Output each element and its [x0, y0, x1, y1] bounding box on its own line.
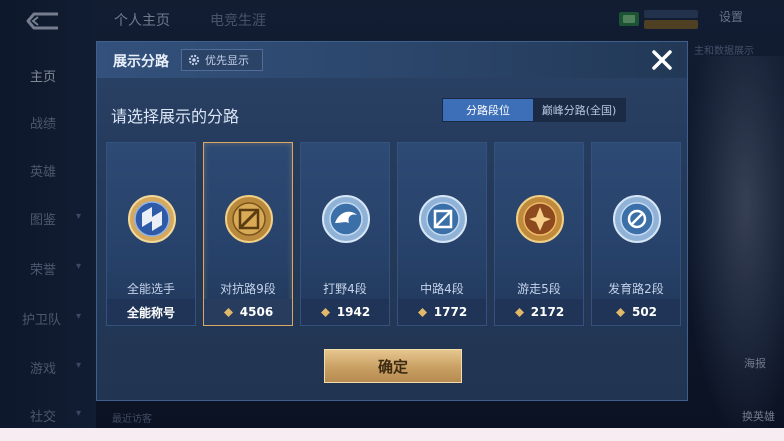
display-lane-modal: 展示分路 优先显示 请选择展示的分路 分路段位 巅峰分路(全国) 全能选手 全能…	[96, 41, 688, 401]
roam-emblem-icon	[516, 195, 564, 243]
segment-peak-lane[interactable]: 巅峰分路(全国)	[533, 99, 625, 121]
clash-lane-emblem-icon	[225, 195, 273, 243]
priority-display-button[interactable]: 优先显示	[181, 49, 263, 71]
lane-name: 中路4段	[420, 282, 464, 296]
rank-points-icon	[417, 307, 427, 317]
modal-title: 展示分路	[113, 54, 169, 70]
lane-card[interactable]: 中路4段 1772	[397, 142, 487, 326]
close-icon[interactable]	[650, 48, 674, 72]
lane-card[interactable]: 发育路2段 502	[591, 142, 681, 326]
lane-score: 4506	[204, 299, 292, 325]
lane-name: 对抗路9段	[220, 282, 276, 296]
lane-card[interactable]: 全能选手 全能称号	[106, 142, 196, 326]
lane-card-selected[interactable]: 对抗路9段 4506	[203, 142, 293, 326]
jungle-emblem-icon	[322, 195, 370, 243]
mid-lane-emblem-icon	[419, 195, 467, 243]
all-round-emblem-icon	[128, 195, 176, 243]
modal-subtitle: 请选择展示的分路	[111, 107, 240, 126]
farm-lane-emblem-icon	[613, 195, 661, 243]
modal-header: 展示分路 优先显示	[97, 42, 687, 78]
lane-card[interactable]: 游走5段 2172	[494, 142, 584, 326]
lane-name: 打野4段	[323, 282, 367, 296]
lane-name: 游走5段	[517, 282, 561, 296]
segment-lane-rank[interactable]: 分路段位	[443, 99, 533, 121]
lane-name: 发育路2段	[608, 282, 664, 296]
rank-points-icon	[223, 307, 233, 317]
lane-score: 1942	[301, 299, 389, 325]
rank-points-icon	[320, 307, 330, 317]
confirm-button[interactable]: 确定	[324, 349, 462, 383]
rank-points-icon	[615, 307, 625, 317]
app-root: 主页 战绩 英雄 图鉴 ▾ 荣誉 ▾ 护卫队 ▾ 游戏 ▾ 社交 ▾ 个人主页 电竞生涯 …	[0, 0, 784, 428]
gear-icon	[188, 54, 200, 66]
lane-card[interactable]: 打野4段 1942	[300, 142, 390, 326]
lane-score: 502	[592, 299, 680, 325]
lane-score: 1772	[398, 299, 486, 325]
lane-name: 全能选手	[126, 282, 175, 296]
lane-score: 全能称号	[107, 299, 195, 325]
lane-score: 2172	[495, 299, 583, 325]
rank-points-icon	[514, 307, 524, 317]
lane-segment-control: 分路段位 巅峰分路(全国)	[442, 98, 626, 122]
bottom-strip	[0, 428, 784, 441]
